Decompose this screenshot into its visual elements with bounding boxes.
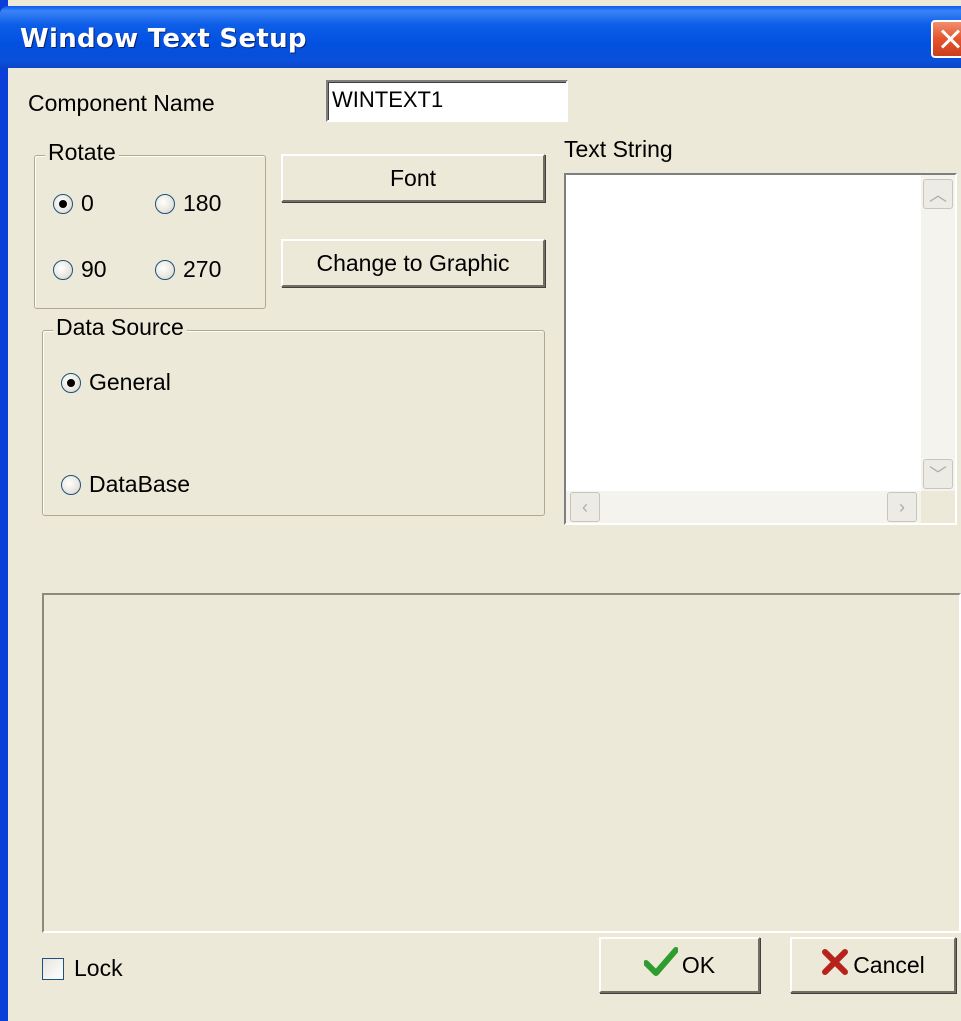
scroll-right-icon[interactable]: ›: [887, 492, 917, 522]
scroll-down-icon[interactable]: ﹀: [923, 459, 953, 489]
radio-icon: [155, 193, 175, 214]
rotate-0-radio[interactable]: 0: [53, 190, 94, 217]
rotate-270-radio[interactable]: 270: [155, 256, 221, 283]
data-source-general-label: General: [89, 369, 171, 395]
data-source-database-label: DataBase: [89, 471, 191, 497]
cancel-button[interactable]: Cancel: [790, 937, 956, 993]
radio-selected-icon: [61, 372, 81, 393]
text-string-textarea[interactable]: ︿ ﹀ ‹ ›: [564, 173, 957, 525]
text-string-label: Text String: [564, 136, 673, 162]
radio-icon: [53, 259, 73, 280]
radio-icon: [155, 259, 175, 280]
vertical-scrollbar[interactable]: ︿ ﹀: [921, 175, 955, 493]
ok-button[interactable]: OK: [599, 937, 760, 993]
title-bar[interactable]: Window Text Setup: [0, 6, 961, 68]
data-source-database-radio[interactable]: DataBase: [61, 471, 190, 498]
rotate-90-radio[interactable]: 90: [53, 256, 107, 283]
dialog-window: Window Text Setup Component Name WINTEXT…: [0, 0, 961, 1021]
rotate-180-radio[interactable]: 180: [155, 190, 221, 217]
ok-label: OK: [681, 951, 716, 978]
scroll-up-icon[interactable]: ︿: [923, 179, 953, 209]
radio-icon: [61, 474, 81, 495]
rotate-group-title: Rotate: [45, 139, 119, 166]
data-source-group: Data Source General DataBase: [42, 314, 545, 516]
scroll-left-icon[interactable]: ‹: [570, 492, 600, 522]
rotate-270-label: 270: [183, 256, 222, 282]
radio-selected-icon: [53, 193, 73, 214]
horizontal-scrollbar[interactable]: ‹ ›: [566, 491, 921, 523]
scroll-corner: [921, 491, 955, 523]
font-button[interactable]: Font: [281, 154, 545, 202]
lock-checkbox[interactable]: Lock: [42, 955, 123, 982]
rotate-180-label: 180: [183, 190, 222, 216]
rotate-0-label: 0: [81, 190, 94, 216]
component-name-label: Component Name: [28, 90, 215, 116]
window-title: Window Text Setup: [20, 24, 307, 54]
data-source-group-title: Data Source: [53, 314, 187, 341]
cancel-x-icon: [821, 948, 849, 982]
rotate-90-label: 90: [81, 256, 107, 282]
checkbox-icon: [42, 957, 64, 980]
change-to-graphic-button[interactable]: Change to Graphic: [281, 239, 545, 287]
lock-label: Lock: [74, 955, 123, 981]
checkmark-icon: [642, 947, 679, 983]
cancel-label: Cancel: [853, 951, 925, 978]
data-source-general-radio[interactable]: General: [61, 369, 171, 396]
preview-panel: [42, 593, 961, 933]
rotate-group: Rotate 0 180 90 270: [34, 139, 266, 309]
close-button[interactable]: [931, 20, 961, 58]
component-name-input[interactable]: WINTEXT1: [326, 80, 568, 122]
